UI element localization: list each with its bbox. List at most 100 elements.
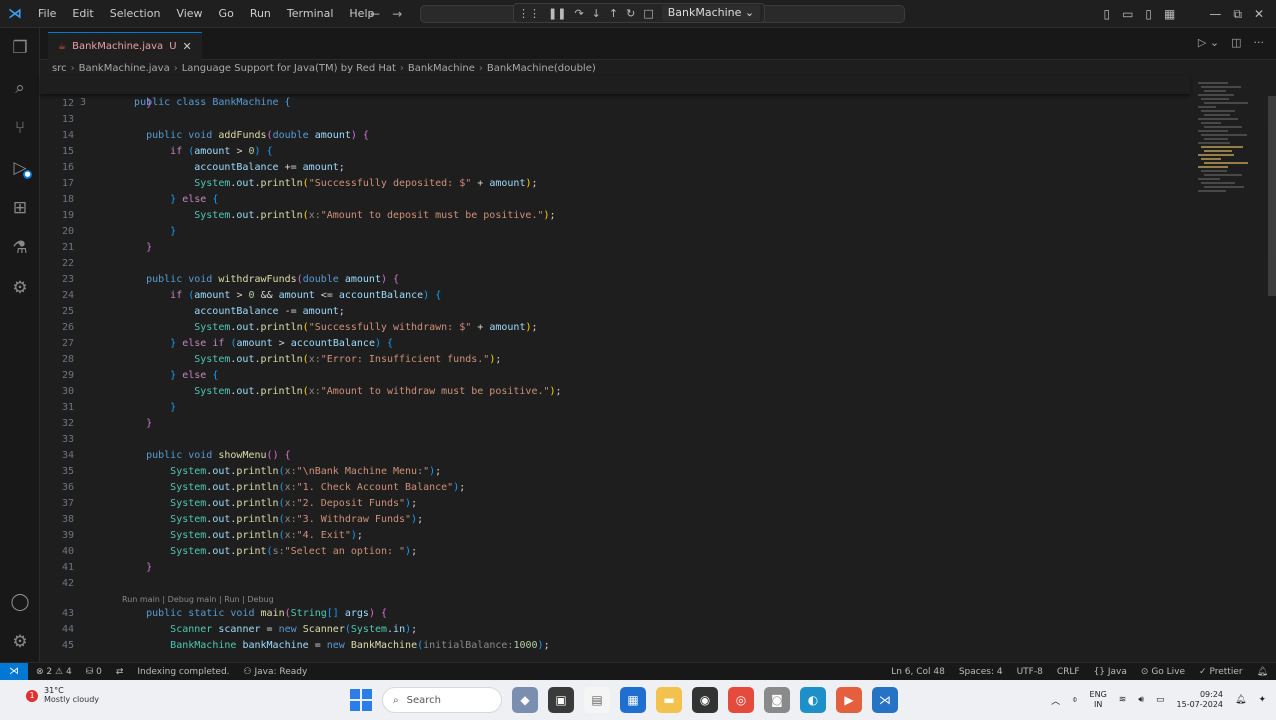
code-line[interactable]: 42 bbox=[40, 576, 1190, 592]
code-line[interactable]: 14 public void addFunds(double amount) { bbox=[40, 128, 1190, 144]
breadcrumb-item[interactable]: BankMachine(double) bbox=[487, 63, 596, 74]
chevron-up-icon[interactable]: ︿ bbox=[1051, 694, 1060, 707]
step-over-icon[interactable]: ↷ bbox=[574, 7, 583, 20]
split-editor-icon[interactable]: ◫ bbox=[1231, 36, 1241, 49]
language-indicator[interactable]: ENG IN bbox=[1090, 690, 1107, 710]
run-java-icon[interactable]: ▷ ⌄ bbox=[1198, 36, 1219, 49]
breadcrumb-item[interactable]: BankMachine.java bbox=[79, 63, 170, 74]
source-control-icon[interactable]: ⑂ bbox=[0, 108, 40, 148]
debug-target-select[interactable]: BankMachine ⌄ bbox=[661, 5, 761, 21]
drag-handle-icon[interactable]: ⋮⋮ bbox=[518, 7, 540, 20]
code-line[interactable]: 35 System.out.println(x:"\nBank Machine … bbox=[40, 464, 1190, 480]
copilot-tray-icon[interactable]: ✦ bbox=[1258, 695, 1266, 705]
taskbar-search[interactable]: ⌕ Search bbox=[382, 687, 502, 713]
code-line[interactable]: 15 if (amount > 0) { bbox=[40, 144, 1190, 160]
code-line[interactable]: 19 System.out.println(x:"Amount to depos… bbox=[40, 208, 1190, 224]
prettier-button[interactable]: ✓ Prettier bbox=[1199, 667, 1243, 677]
menu-file[interactable]: File bbox=[30, 0, 64, 28]
dell-app-icon[interactable]: ◉ bbox=[692, 687, 718, 713]
code-line[interactable]: 17 System.out.println("Successfully depo… bbox=[40, 176, 1190, 192]
weather-widget[interactable]: 1 31°C Mostly cloudy bbox=[26, 686, 99, 705]
menu-edit[interactable]: Edit bbox=[64, 0, 101, 28]
office-app-icon[interactable]: ▶ bbox=[836, 687, 862, 713]
java-status[interactable]: ⚇ Java: Ready bbox=[244, 667, 308, 677]
forward-arrow-icon[interactable]: → bbox=[392, 7, 402, 21]
more-actions-icon[interactable]: ··· bbox=[1254, 36, 1265, 49]
code-line[interactable]: 24 if (amount > 0 && amount <= accountBa… bbox=[40, 288, 1190, 304]
code-line[interactable]: 33 bbox=[40, 432, 1190, 448]
usb-icon[interactable]: ⌽ bbox=[1072, 695, 1077, 705]
code-line[interactable]: 30 System.out.println(x:"Amount to withd… bbox=[40, 384, 1190, 400]
stop-icon[interactable]: □ bbox=[643, 7, 653, 20]
code-line[interactable]: 45 BankMachine bankMachine = new BankMac… bbox=[40, 638, 1190, 654]
code-line[interactable]: 22 bbox=[40, 256, 1190, 272]
menu-selection[interactable]: Selection bbox=[102, 0, 169, 28]
store-app-icon[interactable]: ▦ bbox=[620, 687, 646, 713]
task-view-icon[interactable]: ▣ bbox=[548, 687, 574, 713]
code-line[interactable]: 13 bbox=[40, 112, 1190, 128]
remote-indicator-icon[interactable]: ⋊ bbox=[0, 662, 28, 681]
toggle-primary-sidebar-icon[interactable]: ▯ bbox=[1103, 7, 1110, 21]
code-line[interactable]: 12 } bbox=[40, 96, 1190, 112]
go-live-button[interactable]: ⊙ Go Live bbox=[1141, 667, 1185, 677]
camera-app-icon[interactable]: ◙ bbox=[764, 687, 790, 713]
pause-icon[interactable]: ❚❚ bbox=[548, 7, 566, 20]
volume-icon[interactable]: 🔊︎ bbox=[1138, 695, 1144, 705]
file-explorer-icon[interactable]: ▬ bbox=[656, 687, 682, 713]
problems-indicator[interactable]: ⊗ 2 ⚠ 4 bbox=[36, 667, 72, 677]
code-line[interactable]: 43 public static void main(String[] args… bbox=[40, 606, 1190, 622]
codelens-run-debug[interactable]: Run main | Debug main | Run | Debug bbox=[122, 594, 274, 606]
ports-indicator[interactable]: ⛁ 0 bbox=[86, 667, 102, 677]
live-share-icon[interactable]: ⇄ bbox=[116, 667, 124, 677]
menu-terminal[interactable]: Terminal bbox=[279, 0, 342, 28]
customize-layout-icon[interactable]: ▦ bbox=[1164, 7, 1175, 21]
code-line[interactable]: 18 } else { bbox=[40, 192, 1190, 208]
scrollbar-thumb[interactable] bbox=[1268, 96, 1276, 296]
language-mode[interactable]: {} Java bbox=[1094, 667, 1127, 677]
step-out-icon[interactable]: ↑ bbox=[609, 7, 618, 20]
menu-go[interactable]: Go bbox=[211, 0, 242, 28]
toggle-panel-icon[interactable]: ▭ bbox=[1122, 7, 1133, 21]
code-line[interactable]: 40 System.out.print(s:"Select an option:… bbox=[40, 544, 1190, 560]
notepad-app-icon[interactable]: ▤ bbox=[584, 687, 610, 713]
tab-bankmachine-java[interactable]: ☕ BankMachine.java U ✕ bbox=[48, 32, 202, 60]
code-editor[interactable]: 12 } 13 14 public void addFunds(double amo… bbox=[40, 96, 1190, 662]
notification-bell-icon[interactable]: 🔔︎ bbox=[1235, 695, 1246, 705]
restart-icon[interactable]: ↻ bbox=[626, 7, 635, 20]
cursor-position[interactable]: Ln 6, Col 48 bbox=[891, 667, 945, 677]
indentation[interactable]: Spaces: 4 bbox=[959, 667, 1003, 677]
code-line[interactable]: 21 } bbox=[40, 240, 1190, 256]
remote-explorer-icon[interactable]: ⚙ bbox=[0, 268, 40, 308]
code-line[interactable]: 36 System.out.println(x:"1. Check Accoun… bbox=[40, 480, 1190, 496]
code-line[interactable]: 27 } else if (amount > accountBalance) { bbox=[40, 336, 1190, 352]
step-into-icon[interactable]: ↓ bbox=[592, 7, 601, 20]
windows-start-icon[interactable] bbox=[350, 689, 372, 711]
menu-run[interactable]: Run bbox=[242, 0, 279, 28]
vscode-taskbar-icon[interactable]: ⋊ bbox=[872, 687, 898, 713]
code-line[interactable]: 28 System.out.println(x:"Error: Insuffic… bbox=[40, 352, 1190, 368]
code-line[interactable]: 29 } else { bbox=[40, 368, 1190, 384]
close-tab-icon[interactable]: ✕ bbox=[183, 40, 192, 53]
menu-view[interactable]: View bbox=[168, 0, 210, 28]
code-line[interactable]: 34 public void showMenu() { bbox=[40, 448, 1190, 464]
code-line[interactable]: 23 public void withdrawFunds(double amou… bbox=[40, 272, 1190, 288]
run-debug-icon[interactable]: ▷ ● bbox=[0, 148, 40, 188]
end-of-line[interactable]: CRLF bbox=[1057, 667, 1080, 677]
restore-icon[interactable]: ⧉ bbox=[1233, 7, 1242, 22]
notifications-bell-icon[interactable]: 🔔︎ bbox=[1257, 667, 1268, 677]
copilot-app-icon[interactable]: ◆ bbox=[512, 687, 538, 713]
search-icon[interactable]: ⌕ bbox=[0, 68, 40, 108]
code-line[interactable]: 41 } bbox=[40, 560, 1190, 576]
code-line[interactable]: 38 System.out.println(x:"3. Withdraw Fun… bbox=[40, 512, 1190, 528]
sticky-scroll-line[interactable]: 3 public class BankMachine { bbox=[40, 76, 1190, 108]
explorer-icon[interactable]: ❐ bbox=[0, 28, 40, 68]
minimap[interactable] bbox=[1190, 76, 1266, 662]
code-line[interactable]: 39 System.out.println(x:"4. Exit"); bbox=[40, 528, 1190, 544]
wifi-icon[interactable]: ≋ bbox=[1119, 695, 1127, 705]
editor-scrollbar[interactable] bbox=[1266, 96, 1276, 662]
code-line[interactable]: 37 System.out.println(x:"2. Deposit Fund… bbox=[40, 496, 1190, 512]
breadcrumb-item[interactable]: src bbox=[52, 63, 67, 74]
code-line[interactable]: 31 } bbox=[40, 400, 1190, 416]
accounts-icon[interactable]: ◯ bbox=[0, 582, 40, 622]
breadcrumb-item[interactable]: Language Support for Java(TM) by Red Hat bbox=[182, 63, 396, 74]
